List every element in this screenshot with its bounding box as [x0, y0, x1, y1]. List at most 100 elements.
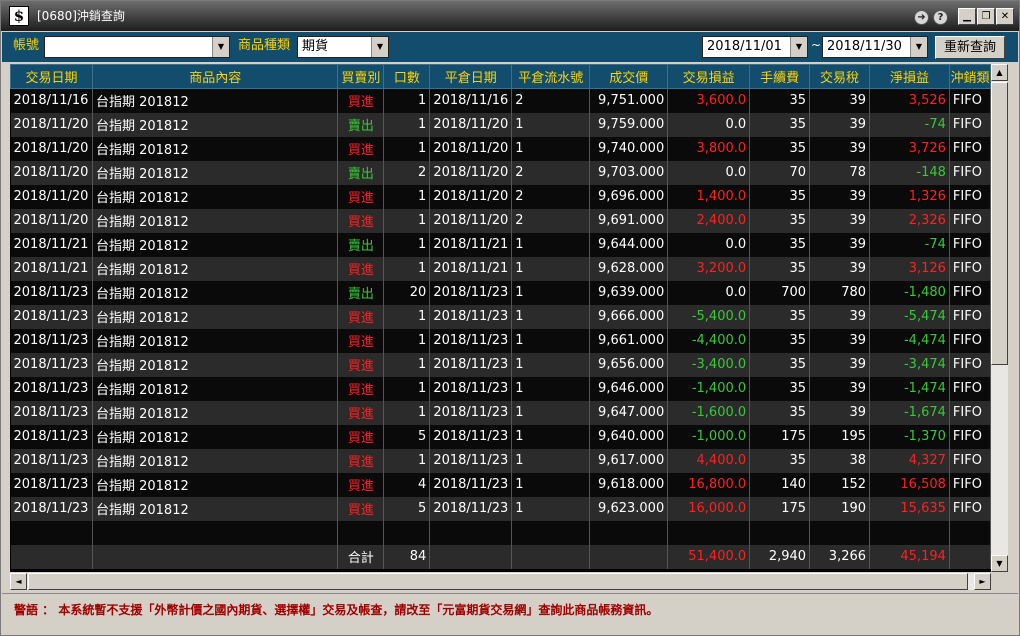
cell-qty: 5 — [383, 424, 431, 449]
table-row[interactable]: 2018/11/23 台指期 201812 買進 1 2018/11/23 1 9,646.… — [10, 376, 991, 401]
cell-net-pnl: 3,726 — [869, 136, 950, 161]
chevron-down-icon[interactable]: ▼ — [910, 37, 927, 57]
col-header-side[interactable]: 買賣別 — [337, 64, 385, 89]
table-row[interactable]: 2018/11/23 台指期 201812 買進 1 2018/11/23 1 9,661.… — [10, 328, 991, 353]
cell-fee: 35 — [749, 352, 811, 377]
cell-trade-date: 2018/11/20 — [10, 160, 93, 185]
col-header-net-pnl[interactable]: 淨損益 — [869, 64, 950, 89]
warning-text: 警語 ： 本系統暫不支援「外幣計價之國內期貨、選擇權」交易及帳查，請改至「元富期… — [14, 603, 659, 617]
cell-fee: 35 — [749, 376, 811, 401]
table-row[interactable]: 2018/11/20 台指期 201812 賣出 1 2018/11/20 1 9,759.… — [10, 112, 991, 137]
total-tax: 3,266 — [809, 544, 871, 569]
cell-trade-pnl: 3,200.0 — [667, 256, 751, 281]
vertical-scrollbar[interactable]: ▲ ▼ — [991, 64, 1008, 572]
cell-side: 買進 — [337, 184, 385, 209]
cell-trade-date: 2018/11/23 — [10, 496, 93, 521]
table-row[interactable]: 2018/11/21 台指期 201812 賣出 1 2018/11/21 1 9,644.… — [10, 232, 991, 257]
minimize-icon: ▁ — [963, 11, 971, 22]
close-button[interactable]: ✕ — [996, 8, 1014, 25]
table-row[interactable]: 2018/11/20 台指期 201812 賣出 2 2018/11/20 2 9,703.… — [10, 160, 991, 185]
cell-trade-pnl: 16,800.0 — [667, 472, 751, 497]
scroll-right-icon[interactable]: ► — [974, 573, 991, 590]
cell-tax: 190 — [809, 496, 871, 521]
cell-tax: 39 — [809, 136, 871, 161]
table-row[interactable]: 2018/11/23 台指期 201812 買進 1 2018/11/23 1 9,666.… — [10, 304, 991, 329]
cell-trade-pnl: 16,000.0 — [667, 496, 751, 521]
total-label: 合計 — [337, 544, 385, 569]
col-header-tax[interactable]: 交易稅 — [809, 64, 871, 89]
cell-offset-type: FIFO — [949, 136, 991, 161]
col-header-qty[interactable]: 口數 — [383, 64, 431, 89]
maximize-button[interactable]: ❐ — [977, 8, 995, 25]
table-row[interactable]: 2018/11/20 台指期 201812 買進 1 2018/11/20 2 9,696.… — [10, 184, 991, 209]
cell-close-date: 2018/11/23 — [429, 424, 513, 449]
empty-cell — [949, 520, 991, 545]
help-icon[interactable]: ? — [933, 10, 948, 25]
empty-cell — [383, 520, 431, 545]
table-row[interactable]: 2018/11/20 台指期 201812 買進 1 2018/11/20 2 9,691.… — [10, 208, 991, 233]
app-logo-icon: $ — [9, 6, 29, 26]
cell-net-pnl: -1,370 — [869, 424, 950, 449]
date-from-picker[interactable]: 2018/11/01 ▼ — [702, 36, 808, 58]
col-header-close-seq[interactable]: 平倉流水號 — [511, 64, 591, 89]
col-header-offset-type[interactable]: 沖銷類 — [948, 64, 991, 89]
minimize-button[interactable]: ▁ — [958, 8, 976, 25]
col-header-trade-pnl[interactable]: 交易損益 — [667, 64, 751, 89]
table-row[interactable]: 2018/11/20 台指期 201812 買進 1 2018/11/20 1 9,740.… — [10, 136, 991, 161]
cell-price: 9,703.000 — [589, 160, 669, 185]
cell-trade-date: 2018/11/23 — [10, 352, 93, 377]
table-row[interactable]: 2018/11/16 台指期 201812 買進 1 2018/11/16 2 9,751.… — [10, 88, 991, 113]
cell-qty: 1 — [383, 256, 431, 281]
cell-tax: 39 — [809, 232, 871, 257]
chevron-down-icon[interactable]: ▼ — [212, 37, 229, 57]
cell-product: 台指期 201812 — [92, 136, 339, 161]
cell-trade-date: 2018/11/21 — [10, 256, 93, 281]
cell-qty: 1 — [383, 328, 431, 353]
col-header-product[interactable]: 商品內容 — [91, 64, 339, 89]
scroll-left-icon[interactable]: ◄ — [10, 573, 27, 590]
table-row[interactable]: 2018/11/23 台指期 201812 買進 5 2018/11/23 1 9,640.… — [10, 424, 991, 449]
cell-side: 買進 — [337, 352, 385, 377]
cell-side: 賣出 — [337, 112, 385, 137]
col-header-fee[interactable]: 手續費 — [749, 64, 811, 89]
col-header-close-date[interactable]: 平倉日期 — [429, 64, 513, 89]
cell-close-seq: 1 — [511, 448, 591, 473]
date-to-picker[interactable]: 2018/11/30 ▼ — [822, 36, 928, 58]
table-row[interactable]: 2018/11/23 台指期 201812 買進 4 2018/11/23 1 9,618.… — [10, 472, 991, 497]
cell-close-seq: 2 — [511, 184, 591, 209]
empty-cell — [10, 520, 93, 545]
cell-offset-type: FIFO — [949, 496, 991, 521]
horizontal-scroll-thumb[interactable] — [28, 573, 968, 590]
scroll-down-icon[interactable]: ▼ — [991, 555, 1008, 572]
scroll-up-icon[interactable]: ▲ — [991, 64, 1008, 81]
table-row[interactable]: 2018/11/23 台指期 201812 買進 5 2018/11/23 1 9,623.… — [10, 496, 991, 521]
arrow-icon[interactable]: ➜ — [914, 10, 929, 25]
offset-results-grid[interactable]: 交易日期 商品內容 買賣別 口數 平倉日期 平倉流水號 成交價 交易損益 手續費 交易稅 淨損益 沖銷… — [10, 64, 991, 572]
cell-close-date: 2018/11/23 — [429, 472, 513, 497]
cell-offset-type: FIFO — [949, 232, 991, 257]
table-row[interactable]: 2018/11/23 台指期 201812 賣出 20 2018/11/23 1 9,639… — [10, 280, 991, 305]
requery-button[interactable]: 重新查詢 — [935, 36, 1005, 59]
cell-fee: 35 — [749, 112, 811, 137]
vertical-scroll-thumb[interactable] — [991, 82, 1008, 365]
chevron-down-icon[interactable]: ▼ — [371, 37, 388, 57]
title-bar[interactable]: $ [0680]沖銷查詢 ➜ ? ▁ ❐ ✕ — [1, 1, 1019, 31]
table-row[interactable]: 2018/11/23 台指期 201812 買進 1 2018/11/23 1 9,647.… — [10, 400, 991, 425]
cell-offset-type: FIFO — [949, 88, 991, 113]
col-header-trade-date[interactable]: 交易日期 — [10, 64, 93, 89]
table-row[interactable]: 2018/11/23 台指期 201812 買進 1 2018/11/23 1 9,656.… — [10, 352, 991, 377]
product-type-select[interactable]: 期貨 ▼ — [297, 36, 389, 58]
horizontal-scrollbar[interactable]: ◄ ► — [10, 573, 991, 590]
cell-trade-pnl: 0.0 — [667, 160, 751, 185]
chevron-down-icon[interactable]: ▼ — [790, 37, 807, 57]
cell-fee: 175 — [749, 424, 811, 449]
cell-tax: 39 — [809, 376, 871, 401]
cell-net-pnl: -148 — [869, 160, 950, 185]
col-header-price[interactable]: 成交價 — [589, 64, 669, 89]
cell-close-date: 2018/11/23 — [429, 448, 513, 473]
table-row[interactable]: 2018/11/23 台指期 201812 買進 1 2018/11/23 1 9,617.… — [10, 448, 991, 473]
account-select[interactable]: ▼ — [44, 36, 230, 58]
table-row[interactable]: 2018/11/21 台指期 201812 買進 1 2018/11/21 1 9,628.… — [10, 256, 991, 281]
cell-price: 9,647.000 — [589, 400, 669, 425]
cell-product: 台指期 201812 — [92, 328, 339, 353]
